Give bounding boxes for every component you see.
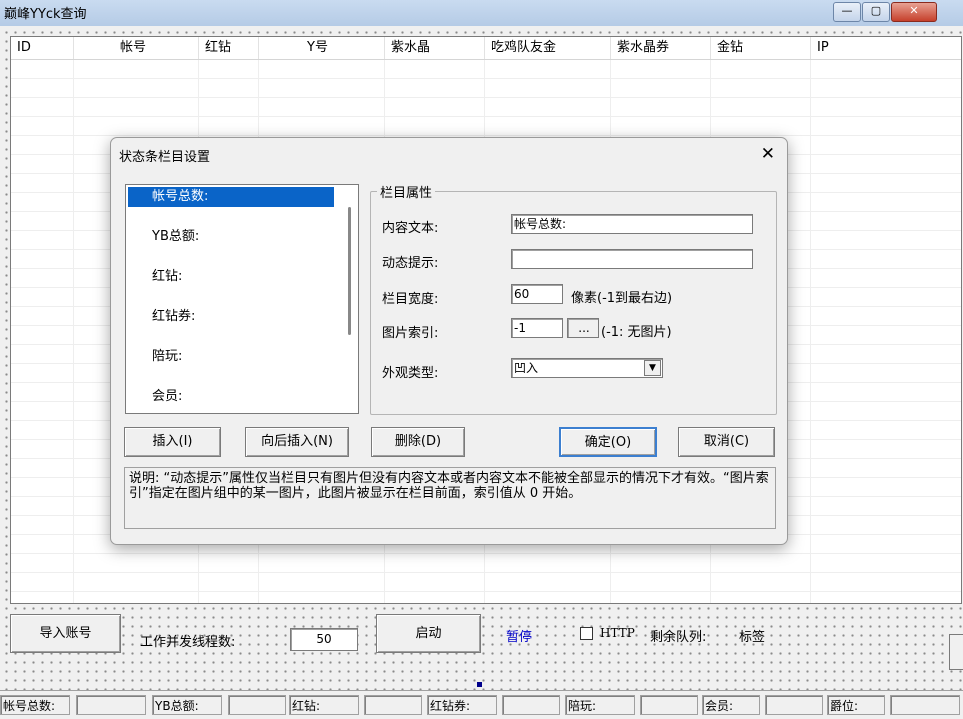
threads-input[interactable]: 50 — [290, 628, 358, 651]
image-browse-button[interactable]: ... — [567, 318, 599, 338]
column-width-unit: 像素(-1到最右边) — [571, 291, 673, 306]
appearance-type-value: 凹入 — [514, 361, 539, 375]
column-header-chicken-teammate-gold[interactable]: 吃鸡队友金 — [485, 37, 611, 59]
chevron-down-icon[interactable]: ▼ — [644, 360, 661, 376]
list-item[interactable]: 帐号总数: — [128, 187, 334, 207]
status-account-total: 帐号总数: — [0, 695, 70, 715]
status-cell-blank — [228, 695, 286, 715]
insert-after-button[interactable]: 向后插入(N) — [245, 427, 349, 457]
import-accounts-button[interactable]: 导入账号 — [10, 614, 121, 653]
dialog-title: 状态条栏目设置 — [119, 150, 211, 165]
column-header-amethyst-coupon[interactable]: 紫水晶券 — [611, 37, 711, 59]
statusbar-settings-dialog: 状态条栏目设置 ✕ 帐号总数: YB总额: 红钻: 红钻券: 陪玩: 会员: 栏… — [110, 137, 788, 545]
status-cell-blank — [765, 695, 823, 715]
column-header-account[interactable]: 帐号 — [74, 37, 199, 59]
image-index-label: 图片索引: — [382, 326, 439, 341]
content-text-label: 内容文本: — [382, 221, 439, 236]
close-button[interactable]: ✕ — [891, 2, 937, 22]
image-index-input[interactable]: -1 — [511, 318, 563, 338]
listview-header: ID 帐号 红钻 Y号 紫水晶 吃鸡队友金 紫水晶券 金钻 IP — [11, 37, 961, 60]
status-yb-total: YB总额: — [152, 695, 222, 715]
appearance-type-select[interactable]: 凹入 ▼ — [511, 358, 663, 378]
column-header-red-diamond[interactable]: 红钻 — [199, 37, 259, 59]
column-width-input[interactable]: 60 — [511, 284, 563, 304]
minimize-button[interactable]: — — [833, 2, 861, 22]
window-titlebar: 巅峰YYck查询 — ▢ ✕ — [0, 0, 963, 27]
column-header-amethyst[interactable]: 紫水晶 — [385, 37, 485, 59]
edge-button[interactable] — [949, 634, 963, 670]
status-cell-blank — [890, 695, 960, 715]
list-item[interactable]: 红钻券: — [128, 307, 334, 327]
listbox-scrollbar[interactable] — [342, 185, 358, 413]
content-text-input[interactable]: 帐号总数: — [511, 214, 753, 234]
group-title: 栏目属性 — [377, 182, 436, 201]
list-item[interactable]: 红钻: — [128, 267, 334, 287]
dynamic-tooltip-input[interactable] — [511, 249, 753, 269]
appearance-type-label: 外观类型: — [382, 366, 439, 381]
window-title: 巅峰YYck查询 — [4, 7, 87, 22]
threads-label: 工作并发线程数: — [140, 635, 236, 650]
status-cell-blank — [502, 695, 560, 715]
status-cell-blank — [364, 695, 422, 715]
start-button[interactable]: 启动 — [376, 614, 481, 653]
image-index-note: (-1: 无图片) — [601, 325, 672, 340]
list-item[interactable]: YB总额: — [128, 227, 334, 247]
status-cell-blank — [640, 695, 698, 715]
cancel-button[interactable]: 取消(C) — [678, 427, 775, 457]
status-cell-blank — [76, 695, 146, 715]
column-header-ip[interactable]: IP — [811, 37, 961, 59]
column-header-y-number[interactable]: Y号 — [259, 37, 385, 59]
status-member: 会员: — [702, 695, 760, 715]
status-rank: 爵位: — [827, 695, 885, 715]
close-icon[interactable]: ✕ — [761, 144, 775, 164]
column-header-gold-diamond[interactable]: 金钻 — [711, 37, 811, 59]
column-width-label: 栏目宽度: — [382, 292, 439, 307]
statusbar: 帐号总数: YB总额: 红钻: 红钻券: 陪玩: 会员: 爵位: — [0, 690, 963, 719]
delete-button[interactable]: 删除(D) — [371, 427, 465, 457]
scrollbar-thumb[interactable] — [348, 207, 351, 335]
http-checkbox[interactable] — [580, 627, 593, 640]
dynamic-tooltip-label: 动态提示: — [382, 256, 439, 271]
list-item[interactable]: 陪玩: — [128, 347, 334, 367]
list-item[interactable]: 会员: — [128, 387, 334, 407]
http-label: HTTP — [600, 626, 635, 640]
status-red-diamond: 红钻: — [289, 695, 359, 715]
status-companion: 陪玩: — [565, 695, 635, 715]
column-header-id[interactable]: ID — [11, 37, 74, 59]
maximize-button[interactable]: ▢ — [862, 2, 890, 22]
insert-button[interactable]: 插入(I) — [124, 427, 221, 457]
resize-handle[interactable] — [477, 682, 482, 687]
tag-label: 标签 — [739, 630, 766, 645]
statusbar-items-listbox[interactable]: 帐号总数: YB总额: 红钻: 红钻券: 陪玩: 会员: — [125, 184, 359, 414]
help-note: 说明: “动态提示”属性仅当栏目只有图片但没有内容文本或者内容文本不能被全部显示… — [124, 467, 776, 529]
pause-label[interactable]: 暂停 — [506, 626, 532, 645]
status-red-diamond-coupon: 红钻券: — [427, 695, 497, 715]
ok-button[interactable]: 确定(O) — [559, 427, 657, 457]
queue-label: 剩余队列: — [650, 630, 707, 645]
